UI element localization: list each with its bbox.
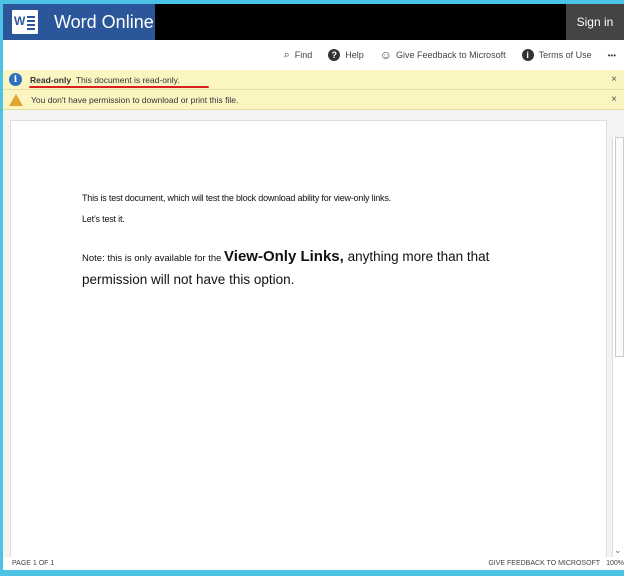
readonly-label: Read-only (30, 74, 72, 85)
doc-line-1: This is test document, which will test t… (82, 193, 391, 203)
warning-icon (9, 93, 23, 106)
help-label: Help (345, 50, 364, 60)
page-count: PAGE 1 OF 1 (12, 560, 55, 567)
word-online-window: W Word Online Sign in ⌕ Find ? Help ☺ Give … (3, 4, 624, 570)
document-page[interactable]: This is test document, which will test t… (10, 120, 607, 560)
app-name: Word Online (54, 11, 154, 32)
status-feedback-link[interactable]: GIVE FEEDBACK TO MICROSOFT (488, 560, 600, 567)
note-prefix: Note: this is only available for the (82, 253, 225, 264)
readonly-notice: i Read-only This document is read-only. … (3, 70, 624, 90)
chevron-down-icon[interactable]: ⌄ (614, 545, 622, 556)
vertical-scrollbar[interactable]: ⌄ (612, 137, 624, 558)
doc-line-2: Let’s test it. (82, 214, 125, 224)
note-bold: View-Only Links, (224, 248, 344, 265)
doc-note: Note: this is only available for the Vie… (82, 246, 542, 290)
readonly-text: This document is read-only. (75, 74, 180, 85)
close-icon[interactable]: × (611, 94, 617, 105)
brand[interactable]: W Word Online (3, 4, 155, 40)
feedback-button[interactable]: ☺ Give Feedback to Microsoft (380, 48, 506, 62)
more-button[interactable]: ••• (608, 51, 616, 60)
help-icon: ? (328, 49, 341, 61)
toolbar: ⌕ Find ? Help ☺ Give Feedback to Microsoft … (3, 40, 624, 70)
help-button[interactable]: ? Help (328, 49, 364, 61)
word-logo-icon: W (12, 10, 38, 34)
permission-text: You don't have permission to download or… (31, 94, 239, 105)
permission-notice: You don't have permission to download or… (3, 90, 624, 110)
find-label: Find (294, 50, 313, 60)
terms-label: Terms of Use (538, 50, 592, 60)
scroll-thumb[interactable] (615, 137, 624, 357)
info-icon: i (9, 73, 22, 86)
feedback-label: Give Feedback to Microsoft (396, 50, 506, 60)
info-icon: i (521, 49, 534, 61)
close-icon[interactable]: × (611, 74, 617, 85)
header: W Word Online Sign in (3, 4, 624, 40)
zoom-level[interactable]: 100% (606, 560, 624, 567)
red-underline-annotation (29, 86, 209, 88)
status-bar: PAGE 1 OF 1 GIVE FEEDBACK TO MICROSOFT 1… (3, 557, 624, 570)
smiley-icon: ☺ (379, 48, 393, 62)
search-icon: ⌕ (283, 48, 290, 61)
find-button[interactable]: ⌕ Find (284, 49, 313, 62)
sign-in-button[interactable]: Sign in (566, 4, 624, 40)
terms-button[interactable]: i Terms of Use (521, 49, 592, 61)
